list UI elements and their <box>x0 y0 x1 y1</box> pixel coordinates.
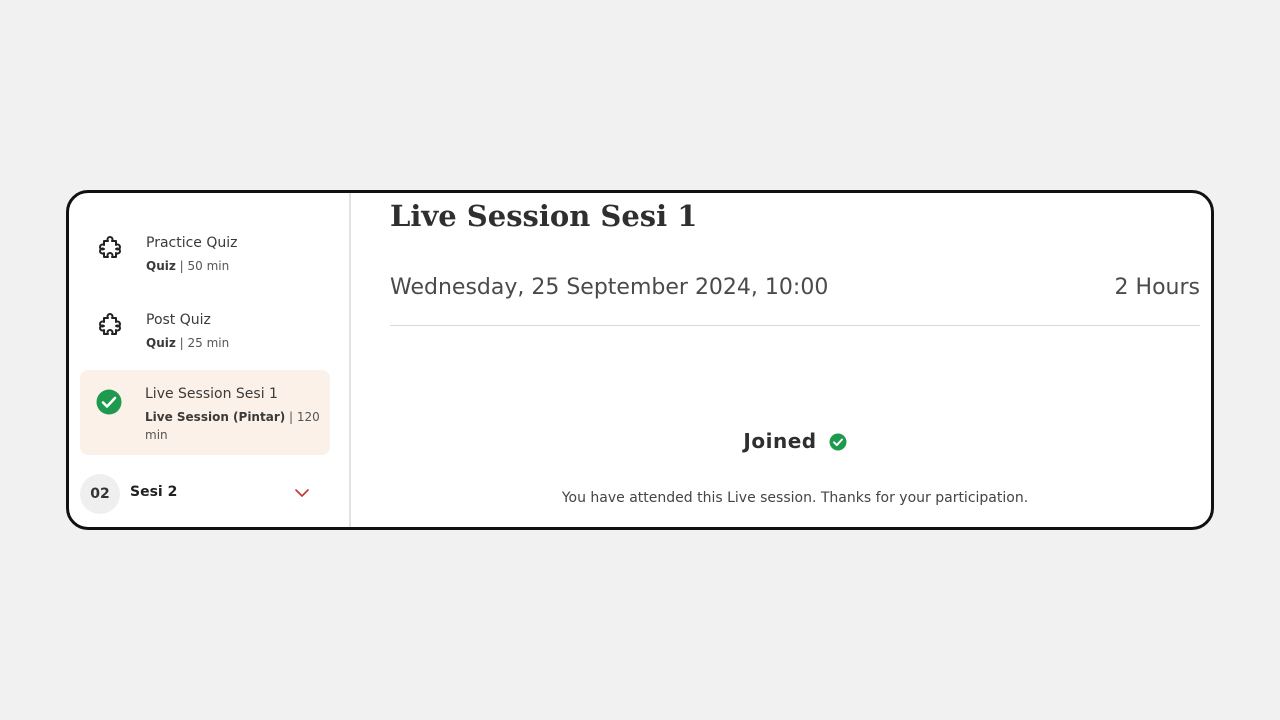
sidebar-item-meta: Quiz | 25 min <box>146 334 326 352</box>
course-panel: Practice Quiz Quiz | 50 min Post Quiz Qu… <box>66 190 1214 530</box>
check-circle-icon <box>829 432 847 450</box>
sidebar-item-practice-quiz[interactable]: Practice Quiz Quiz | 50 min <box>80 225 330 285</box>
item-duration: | 50 min <box>179 259 230 273</box>
sidebar-item-label: Post Quiz <box>146 312 211 328</box>
puzzle-icon <box>96 312 124 340</box>
item-type: Quiz <box>146 336 176 350</box>
sidebar-item-label: Live Session Sesi 1 <box>145 386 278 402</box>
main-content: Live Session Sesi 1 Wednesday, 25 Septem… <box>390 193 1202 527</box>
check-circle-icon <box>96 389 122 415</box>
session-header-sesi-2[interactable]: 02 Sesi 2 <box>80 473 320 515</box>
joined-status: Joined <box>390 429 1200 453</box>
item-type: Quiz <box>146 259 176 273</box>
puzzle-icon <box>96 235 124 263</box>
item-duration: | 25 min <box>179 336 230 350</box>
sidebar-item-meta: Quiz | 50 min <box>146 257 326 275</box>
sidebar-item-label: Practice Quiz <box>146 235 238 251</box>
page-title: Live Session Sesi 1 <box>390 199 698 233</box>
sidebar-item-post-quiz[interactable]: Post Quiz Quiz | 25 min <box>80 302 330 362</box>
session-number-badge: 02 <box>80 474 120 514</box>
sidebar-item-meta: Live Session (Pintar) | 120 min <box>145 408 325 444</box>
session-datetime: Wednesday, 25 September 2024, 10:00 <box>390 275 829 300</box>
divider <box>390 325 1200 326</box>
session-name: Sesi 2 <box>130 484 178 500</box>
session-duration: 2 Hours <box>1114 275 1200 300</box>
sidebar: Practice Quiz Quiz | 50 min Post Quiz Qu… <box>69 193 351 527</box>
item-type: Live Session (Pintar) <box>145 410 286 424</box>
attendance-note: You have attended this Live session. Tha… <box>561 490 1029 506</box>
status-label: Joined <box>743 429 817 453</box>
chevron-down-icon[interactable] <box>294 485 310 501</box>
sidebar-item-live-session-sesi-1[interactable]: Live Session Sesi 1 Live Session (Pintar… <box>80 370 330 455</box>
